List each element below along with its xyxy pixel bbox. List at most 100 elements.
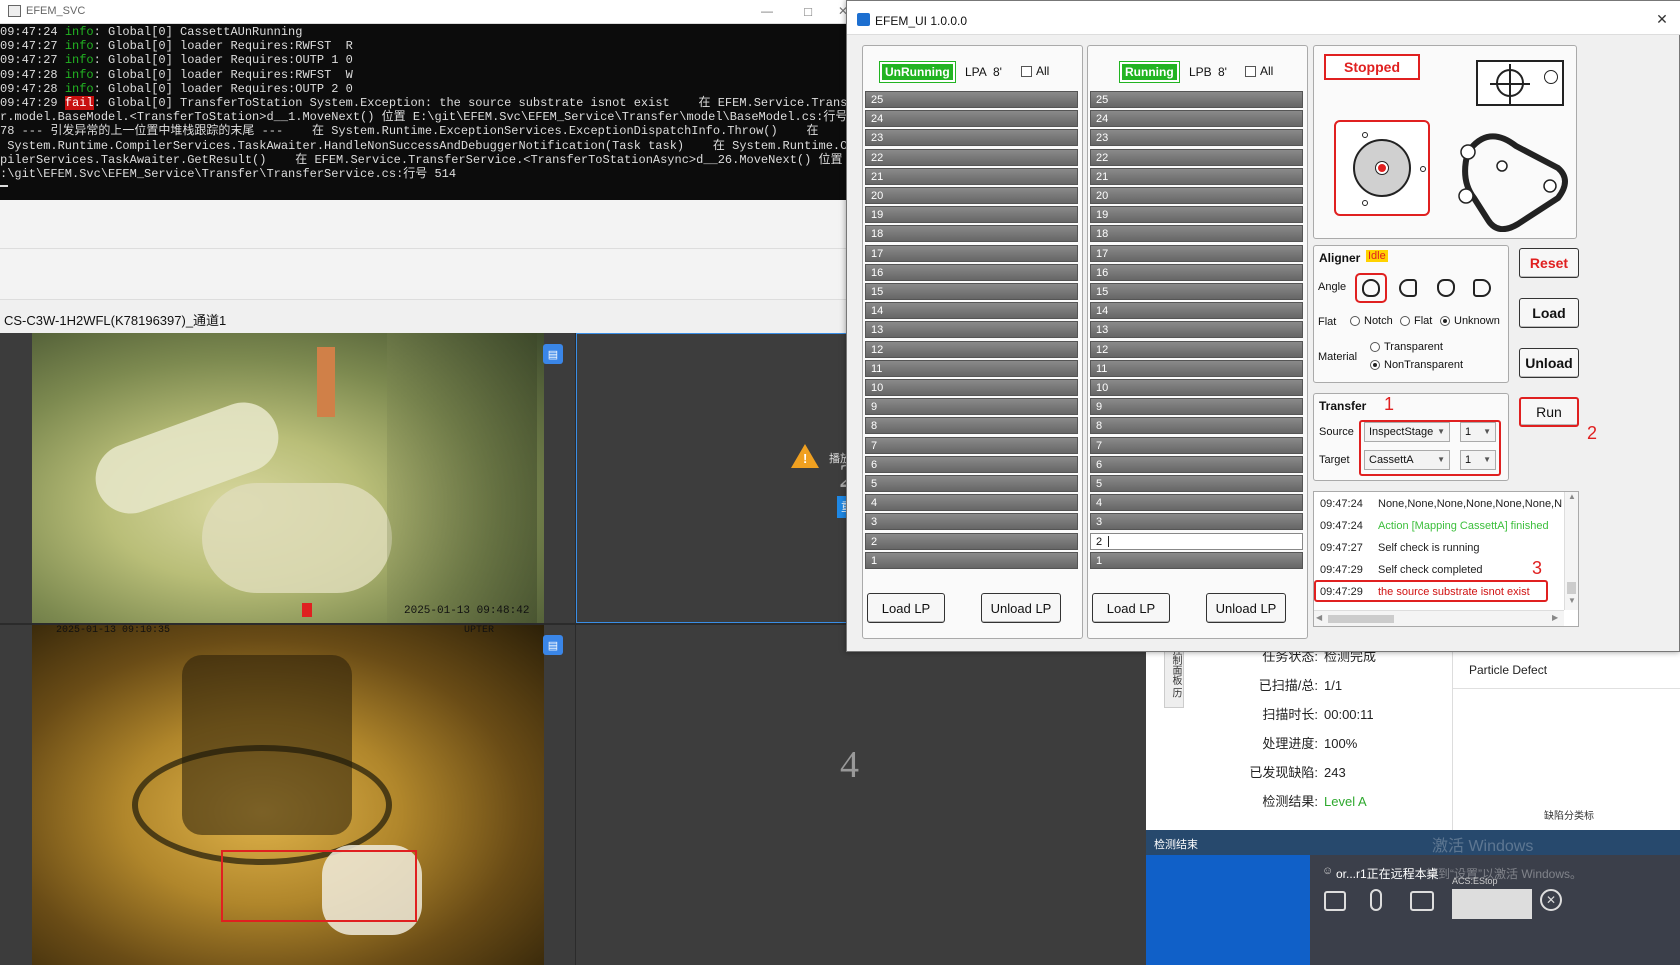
- target-select[interactable]: CassettA ▼: [1364, 450, 1450, 470]
- lpa-slot-14[interactable]: 14: [865, 302, 1078, 320]
- lpa-slot-15[interactable]: 15: [865, 283, 1078, 300]
- chat-icon[interactable]: [1324, 891, 1346, 911]
- log-entry[interactable]: 09:47:27 Self check is running: [1320, 542, 1480, 554]
- source-select[interactable]: InspectStage ▼: [1364, 422, 1450, 442]
- lpb-slot-15[interactable]: 15: [1090, 283, 1303, 300]
- flat-option-notch[interactable]: Notch: [1350, 315, 1393, 327]
- lpb-slot-7[interactable]: 7: [1090, 436, 1303, 454]
- lpa-slot-1[interactable]: 1: [865, 551, 1078, 569]
- microphone-icon[interactable]: [1370, 889, 1382, 911]
- lpb-slot-11[interactable]: 11: [1090, 359, 1303, 377]
- camera-cell-1[interactable]: 2025-01-13 09:48:42 ▤: [0, 333, 575, 623]
- efem-titlebar[interactable]: EFEM_UI 1.0.0.0 ✕: [847, 1, 1680, 35]
- camera-cell-4[interactable]: 4: [576, 625, 1146, 965]
- lpb-slot-22[interactable]: 22: [1090, 148, 1303, 166]
- load-button[interactable]: Load: [1519, 298, 1579, 328]
- lpb-slot-23[interactable]: 23: [1090, 129, 1303, 147]
- lpb-slot-17[interactable]: 17: [1090, 244, 1303, 262]
- lpa-slot-3[interactable]: 3: [865, 513, 1078, 531]
- lpa-slot-6[interactable]: 6: [865, 455, 1078, 473]
- lpb-slot-21[interactable]: 21: [1090, 167, 1303, 185]
- lpa-slot-23[interactable]: 23: [865, 129, 1078, 147]
- unknown-radio[interactable]: [1440, 316, 1450, 327]
- run-button[interactable]: Run: [1519, 397, 1579, 427]
- wafer-stage-icon[interactable]: [1334, 120, 1430, 216]
- maximize-icon[interactable]: □: [801, 2, 815, 20]
- flat-option-unknown[interactable]: Unknown: [1440, 315, 1500, 327]
- lpb-all-box[interactable]: [1245, 66, 1256, 78]
- lpa-slot-4[interactable]: 4: [865, 494, 1078, 512]
- close-remote-icon[interactable]: ✕: [1540, 889, 1562, 911]
- lpa-slot-20[interactable]: 20: [865, 187, 1078, 204]
- log-vscrollbar[interactable]: ▲ ▼: [1564, 492, 1578, 610]
- lpa-slot-19[interactable]: 19: [865, 206, 1078, 224]
- lpb-slot-18[interactable]: 18: [1090, 225, 1303, 243]
- log-entry[interactable]: 09:47:24 None,None,None,None,None,None,N: [1320, 498, 1562, 510]
- crosshair-icon[interactable]: [1476, 60, 1564, 106]
- log-entry[interactable]: 09:47:29 Self check completed: [1320, 564, 1483, 576]
- console-titlebar[interactable]: EFEM_SVC — □ ✕: [0, 0, 848, 24]
- lpb-slot-9[interactable]: 9: [1090, 398, 1303, 416]
- lpb-slot-4[interactable]: 4: [1090, 494, 1303, 512]
- transparent-radio[interactable]: [1370, 342, 1380, 353]
- notch-radio[interactable]: [1350, 316, 1360, 327]
- lpb-slot-25[interactable]: 25: [1090, 91, 1303, 108]
- lpa-slot-17[interactable]: 17: [865, 244, 1078, 262]
- scroll-right-icon[interactable]: ▶: [1552, 613, 1558, 622]
- efem-close-icon[interactable]: ✕: [1655, 11, 1669, 27]
- reset-button[interactable]: Reset: [1519, 248, 1579, 278]
- lpb-slot-13[interactable]: 13: [1090, 321, 1303, 339]
- lpb-slot-14[interactable]: 14: [1090, 302, 1303, 320]
- lpa-slot-10[interactable]: 10: [865, 379, 1078, 396]
- camera-cell-3[interactable]: 2025-01-13 09:10:35 UPTER ▤: [0, 625, 575, 965]
- lpa-slot-22[interactable]: 22: [865, 148, 1078, 166]
- scroll-down-icon[interactable]: ▼: [1568, 596, 1576, 605]
- robot-arm-icon[interactable]: [1452, 122, 1572, 232]
- lpb-slot-5[interactable]: 5: [1090, 475, 1303, 492]
- camera-3-menu-icon[interactable]: ▤: [543, 635, 563, 655]
- log-entry[interactable]: 09:47:24 Action [Mapping CassettA] finish…: [1320, 520, 1549, 532]
- angle-270-icon[interactable]: [1466, 273, 1498, 303]
- lpa-slot-11[interactable]: 11: [865, 359, 1078, 377]
- lpa-slot-16[interactable]: 16: [865, 263, 1078, 281]
- unload-button[interactable]: Unload: [1519, 348, 1579, 378]
- lpb-slot-12[interactable]: 12: [1090, 340, 1303, 358]
- angle-180-icon[interactable]: [1430, 273, 1462, 303]
- lpa-slot-12[interactable]: 12: [865, 340, 1078, 358]
- lpb-slot-24[interactable]: 24: [1090, 110, 1303, 128]
- lpa-slot-25[interactable]: 25: [865, 91, 1078, 108]
- lpa-slot-24[interactable]: 24: [865, 110, 1078, 128]
- lpa-slot-7[interactable]: 7: [865, 436, 1078, 454]
- scroll-left-icon[interactable]: ◀: [1316, 613, 1322, 622]
- lpb-slot-6[interactable]: 6: [1090, 455, 1303, 473]
- lpb-slot-1[interactable]: 1: [1090, 551, 1303, 569]
- lpb-slot-3[interactable]: 3: [1090, 513, 1303, 531]
- angle-90-icon[interactable]: [1392, 273, 1424, 303]
- source-slot-select[interactable]: 1 ▼: [1460, 422, 1496, 442]
- material-option-nontransparent[interactable]: NonTransparent: [1370, 359, 1463, 371]
- lpb-slot-2[interactable]: 2: [1090, 532, 1303, 550]
- lpb-slot-10[interactable]: 10: [1090, 379, 1303, 396]
- lpa-slot-9[interactable]: 9: [865, 398, 1078, 416]
- lpb-slot-16[interactable]: 16: [1090, 263, 1303, 281]
- lpb-slot-20[interactable]: 20: [1090, 187, 1303, 204]
- lpa-slot-18[interactable]: 18: [865, 225, 1078, 243]
- nontransparent-radio[interactable]: [1370, 360, 1380, 371]
- camera-1-menu-icon[interactable]: ▤: [543, 344, 563, 364]
- lpa-load-button[interactable]: Load LP: [867, 593, 945, 623]
- lpa-slot-13[interactable]: 13: [865, 321, 1078, 339]
- flat-radio[interactable]: [1400, 316, 1410, 327]
- material-option-transparent[interactable]: Transparent: [1370, 341, 1443, 353]
- lpb-all-checkbox[interactable]: All: [1245, 64, 1273, 78]
- lpb-slot-19[interactable]: 19: [1090, 206, 1303, 224]
- lpa-all-checkbox[interactable]: All: [1021, 64, 1049, 78]
- lpa-unload-button[interactable]: Unload LP: [981, 593, 1061, 623]
- minimize-icon[interactable]: —: [760, 2, 774, 20]
- lpb-load-button[interactable]: Load LP: [1092, 593, 1170, 623]
- lpb-unload-button[interactable]: Unload LP: [1206, 593, 1286, 623]
- log-hscrollbar[interactable]: ◀ ▶: [1314, 610, 1564, 626]
- angle-0-icon[interactable]: [1355, 273, 1387, 303]
- keyboard-icon[interactable]: [1410, 891, 1434, 911]
- lpb-slot-8[interactable]: 8: [1090, 417, 1303, 435]
- target-slot-select[interactable]: 1 ▼: [1460, 450, 1496, 470]
